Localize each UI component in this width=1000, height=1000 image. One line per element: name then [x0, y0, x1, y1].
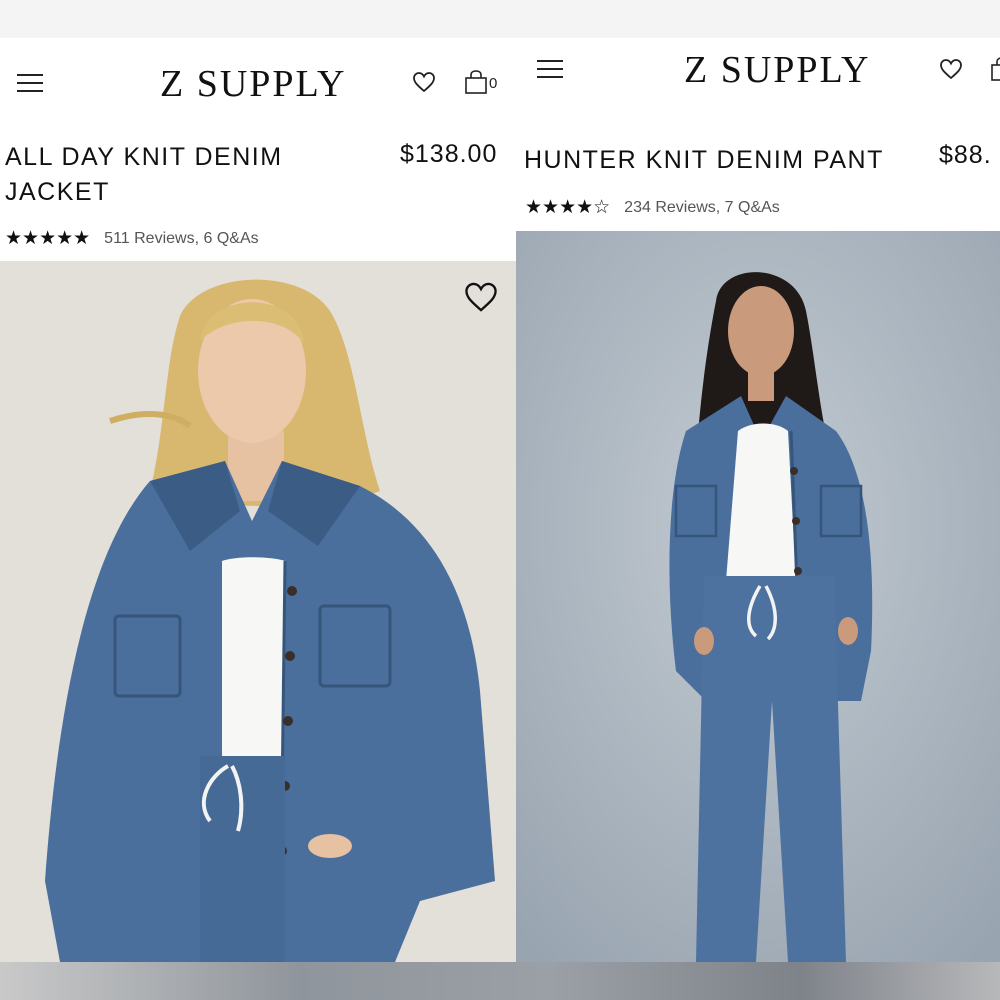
rating-row: ★★★★★ 511 Reviews, 6 Q&As	[5, 227, 259, 250]
left-product-page: Z SUPPLY 0 ALL DAY KNIT DENIM JACKET $13…	[0, 38, 516, 962]
right-product-page: Z SUPPLY HUNTER KNIT DENIM PANT $88. ★★★…	[516, 38, 1000, 962]
top-screen-strip	[0, 0, 1000, 38]
product-title-line1: ALL DAY KNIT DENIM	[5, 143, 283, 171]
product-photo-jacket[interactable]	[0, 261, 516, 962]
shopping-bag-icon[interactable]	[990, 56, 1000, 87]
shopping-bag-icon[interactable]	[464, 69, 488, 100]
wishlist-heart-icon[interactable]	[939, 58, 963, 85]
menu-icon[interactable]	[17, 72, 45, 94]
bottom-screen-strip	[0, 962, 1000, 1000]
wishlist-heart-icon[interactable]	[412, 71, 436, 98]
product-title: ALL DAY KNIT DENIM JACKET	[5, 140, 385, 210]
reviews-link[interactable]: 234 Reviews, 7 Q&As	[624, 199, 780, 217]
brand-logo[interactable]: Z SUPPLY	[160, 62, 346, 106]
product-price: $138.00	[400, 140, 498, 168]
cart-count: 0	[489, 75, 498, 92]
rating-stars: ★★★★★	[5, 228, 91, 249]
favorite-heart-icon[interactable]	[463, 281, 499, 313]
product-photo-pant[interactable]	[516, 231, 1000, 962]
product-price: $88.	[939, 141, 992, 169]
rating-row: ★★★★☆ 234 Reviews, 7 Q&As	[525, 196, 780, 219]
rating-stars: ★★★★☆	[525, 197, 611, 218]
brand-logo[interactable]: Z SUPPLY	[684, 48, 870, 92]
menu-icon[interactable]	[537, 58, 565, 80]
product-title: HUNTER KNIT DENIM PANT	[524, 146, 884, 174]
product-title-line2: JACKET	[5, 178, 110, 206]
reviews-link[interactable]: 511 Reviews, 6 Q&As	[104, 230, 258, 248]
